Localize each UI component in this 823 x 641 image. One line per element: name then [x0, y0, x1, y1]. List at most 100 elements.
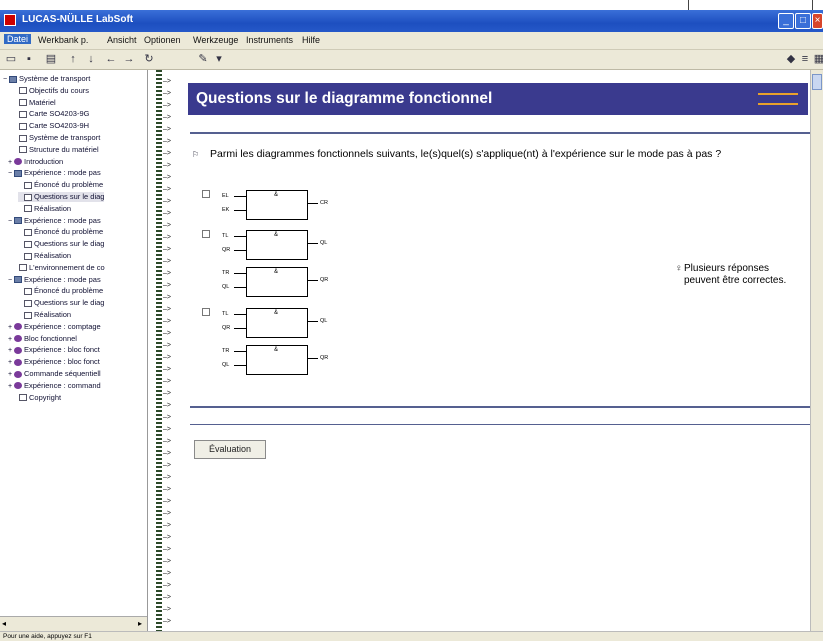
close-button[interactable]: × [812, 13, 823, 29]
scroll-thumb[interactable] [812, 74, 822, 90]
link-icon[interactable]: –> [163, 90, 175, 97]
grid-icon[interactable]: ▦ [812, 53, 823, 66]
menu-hilfe[interactable]: Hilfe [302, 35, 320, 45]
vertical-scrollbar[interactable] [810, 70, 823, 631]
link-icon[interactable]: –> [163, 510, 175, 517]
link-icon[interactable]: –> [163, 138, 175, 145]
save-icon[interactable]: ▪ [22, 53, 36, 66]
marker-icon[interactable]: ◆ [784, 53, 798, 66]
link-icon[interactable]: –> [163, 414, 175, 421]
down-arrow-icon[interactable]: ↓ [84, 53, 98, 66]
link-icon[interactable]: –> [163, 366, 175, 373]
link-icon[interactable]: –> [163, 474, 175, 481]
tree-item[interactable]: Carte SO4203-9G [13, 109, 89, 119]
link-icon[interactable]: –> [163, 594, 175, 601]
link-icon[interactable]: –> [163, 486, 175, 493]
tree-item[interactable]: + Bloc fonctionnel [8, 334, 77, 344]
evaluate-button[interactable]: Évaluation [194, 440, 266, 459]
link-icon[interactable]: –> [163, 342, 175, 349]
link-icon[interactable]: –> [163, 462, 175, 469]
answer-checkbox[interactable] [202, 308, 210, 316]
answer-checkbox[interactable] [202, 190, 210, 198]
pencil-icon[interactable]: ✎ [196, 53, 210, 66]
menu-werkzeuge[interactable]: Werkzeuge [193, 35, 238, 45]
link-icon[interactable]: –> [163, 294, 175, 301]
refresh-icon[interactable]: ↻ [142, 53, 156, 66]
link-icon[interactable]: –> [163, 210, 175, 217]
tree-item[interactable]: + Expérience : bloc fonct [8, 345, 100, 355]
tree-item[interactable]: Carte SO4203-9H [13, 121, 89, 131]
link-icon[interactable]: –> [163, 498, 175, 505]
link-icon[interactable]: –> [163, 78, 175, 85]
forward-icon[interactable]: → [122, 53, 136, 66]
tree-item[interactable]: Questions sur le diag [18, 192, 105, 202]
tree-item[interactable]: Énoncé du problème [18, 227, 103, 237]
menu-ansicht[interactable]: Ansicht [107, 35, 137, 45]
tree-item[interactable]: + Expérience : command [8, 381, 101, 391]
tree-item[interactable]: Matériel [13, 98, 56, 108]
tree-item[interactable]: Énoncé du problème [18, 180, 103, 190]
tree-item[interactable]: L'environnement de co [13, 263, 105, 273]
tree-item[interactable]: + Introduction [8, 157, 63, 167]
link-icon[interactable]: –> [163, 114, 175, 121]
link-icon[interactable]: –> [163, 522, 175, 529]
answer-checkbox[interactable] [202, 230, 210, 238]
link-icon[interactable]: –> [163, 570, 175, 577]
link-icon[interactable]: –> [163, 126, 175, 133]
tree-item[interactable]: + Expérience : bloc fonct [8, 357, 100, 367]
link-icon[interactable]: –> [163, 270, 175, 277]
tree-item[interactable]: Objectifs du cours [13, 86, 89, 96]
tree-item[interactable]: Questions sur le diag [18, 298, 104, 308]
tree-item[interactable]: Énoncé du problème [18, 286, 103, 296]
link-icon[interactable]: –> [163, 234, 175, 241]
back-icon[interactable]: ← [104, 53, 118, 66]
tree-item[interactable]: − Système de transport [3, 74, 90, 84]
tree-item[interactable]: Réalisation [18, 251, 71, 261]
link-icon[interactable]: –> [163, 186, 175, 193]
link-icon[interactable]: –> [163, 426, 175, 433]
link-icon[interactable]: –> [163, 402, 175, 409]
menu-optionen[interactable]: Optionen [144, 35, 181, 45]
link-icon[interactable]: –> [163, 390, 175, 397]
link-icon[interactable]: –> [163, 354, 175, 361]
link-icon[interactable]: –> [163, 258, 175, 265]
menu-instruments[interactable]: Instruments [246, 35, 293, 45]
link-icon[interactable]: –> [163, 558, 175, 565]
link-icon[interactable]: –> [163, 222, 175, 229]
up-arrow-icon[interactable]: ↑ [66, 53, 80, 66]
link-icon[interactable]: –> [163, 150, 175, 157]
tree-item[interactable]: Structure du matériel [13, 145, 99, 155]
menu-werkbank[interactable]: Werkbank p. [38, 35, 88, 45]
link-icon[interactable]: –> [163, 318, 175, 325]
folder-icon[interactable]: ▭ [4, 53, 18, 66]
tree-item[interactable]: + Expérience : comptage [8, 322, 101, 332]
tree-item[interactable]: + Commande séquentiell [8, 369, 101, 379]
link-icon[interactable]: –> [163, 450, 175, 457]
link-icon[interactable]: –> [163, 378, 175, 385]
scroll-left-icon[interactable]: ◂ [2, 619, 6, 628]
link-icon[interactable]: –> [163, 102, 175, 109]
link-icon[interactable]: –> [163, 306, 175, 313]
tree-item[interactable]: − Expérience : mode pas [8, 168, 101, 178]
maximize-button[interactable]: □ [795, 13, 811, 29]
tree-item[interactable]: Questions sur le diag [18, 239, 104, 249]
link-icon[interactable]: –> [163, 162, 175, 169]
menu-datei[interactable]: Datei [4, 34, 32, 44]
tree-item[interactable]: Copyright [13, 393, 61, 403]
link-icon[interactable]: –> [163, 582, 175, 589]
list-icon[interactable]: ≡ [798, 53, 812, 66]
tree-item[interactable]: − Expérience : mode pas [8, 216, 101, 226]
link-icon[interactable]: –> [163, 174, 175, 181]
link-icon[interactable]: –> [163, 438, 175, 445]
horizontal-scrollbar[interactable]: ◂ ▸ [0, 616, 147, 631]
link-icon[interactable]: –> [163, 330, 175, 337]
tree-item[interactable]: Réalisation [18, 204, 71, 214]
minimize-button[interactable]: _ [778, 13, 794, 29]
scroll-right-icon[interactable]: ▸ [138, 619, 142, 628]
tree-item[interactable]: Réalisation [18, 310, 71, 320]
link-icon[interactable]: –> [163, 246, 175, 253]
dropdown-icon[interactable]: ▾ [212, 53, 226, 66]
link-icon[interactable]: –> [163, 282, 175, 289]
link-icon[interactable]: –> [163, 618, 175, 625]
link-icon[interactable]: –> [163, 606, 175, 613]
